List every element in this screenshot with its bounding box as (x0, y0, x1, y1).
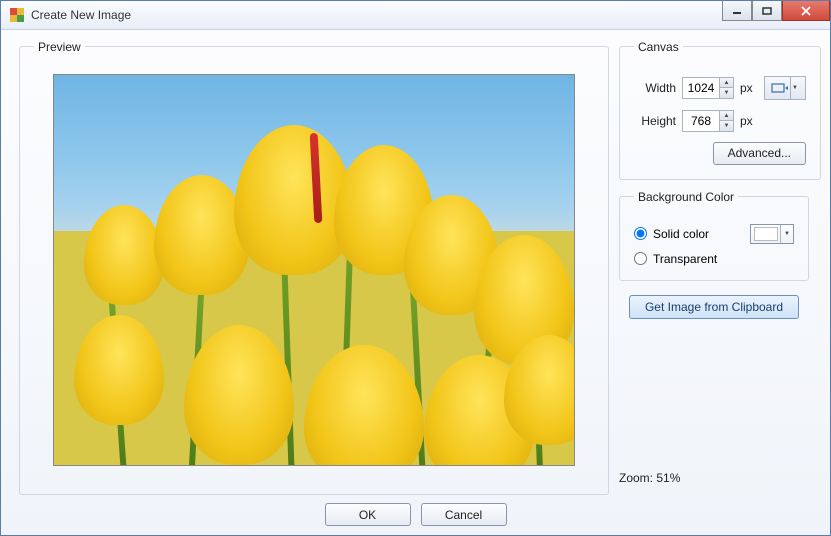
height-label: Height (634, 114, 676, 128)
clipboard-button[interactable]: Get Image from Clipboard (629, 295, 799, 319)
dialog-window: Create New Image Preview (0, 0, 831, 536)
preview-image (53, 74, 575, 466)
height-input[interactable] (683, 111, 719, 131)
advanced-button[interactable]: Advanced... (713, 142, 806, 165)
solid-color-radio[interactable] (634, 227, 647, 240)
color-dropdown[interactable]: ▼ (750, 224, 794, 244)
color-dropdown-icon: ▼ (780, 225, 793, 243)
transparent-radio[interactable] (634, 252, 647, 265)
orientation-icon (771, 81, 789, 95)
height-down-icon[interactable]: ▼ (720, 121, 733, 131)
width-spinner[interactable]: ▲ ▼ (682, 77, 734, 99)
preview-group: Preview (19, 40, 609, 495)
window-controls (722, 1, 830, 21)
width-row: Width ▲ ▼ px (634, 76, 806, 100)
window-title: Create New Image (31, 8, 131, 22)
minimize-button[interactable] (722, 1, 752, 21)
titlebar[interactable]: Create New Image (1, 1, 830, 30)
advanced-row: Advanced... (634, 142, 806, 165)
cancel-button[interactable]: Cancel (421, 503, 507, 526)
height-spinner[interactable]: ▲ ▼ (682, 110, 734, 132)
ok-button[interactable]: OK (325, 503, 411, 526)
width-label: Width (634, 81, 676, 95)
canvas-legend: Canvas (634, 40, 683, 54)
right-column: Canvas Width ▲ ▼ px (619, 40, 809, 495)
background-group: Background Color Solid color ▼ Transpare… (619, 190, 809, 281)
width-input[interactable] (683, 78, 719, 98)
width-up-icon[interactable]: ▲ (720, 78, 733, 89)
height-unit: px (740, 114, 758, 128)
solid-color-label: Solid color (653, 227, 709, 241)
transparent-label: Transparent (653, 252, 717, 266)
dialog-content: Preview (1, 30, 830, 495)
background-legend: Background Color (634, 190, 738, 204)
close-button[interactable] (782, 1, 830, 21)
height-up-icon[interactable]: ▲ (720, 111, 733, 122)
orientation-dropdown-icon[interactable]: ▼ (790, 77, 800, 99)
maximize-button[interactable] (752, 1, 782, 21)
orientation-button[interactable]: ▼ (764, 76, 806, 100)
preview-legend: Preview (34, 40, 85, 54)
width-unit: px (740, 81, 758, 95)
solid-color-row: Solid color ▼ (634, 224, 794, 244)
canvas-group: Canvas Width ▲ ▼ px (619, 40, 821, 180)
color-swatch (754, 227, 778, 241)
zoom-label: Zoom: 51% (619, 471, 809, 485)
height-row: Height ▲ ▼ px (634, 110, 806, 132)
width-down-icon[interactable]: ▼ (720, 88, 733, 98)
app-icon (9, 7, 25, 23)
dialog-footer: OK Cancel (1, 495, 830, 535)
transparent-row: Transparent (634, 252, 794, 266)
